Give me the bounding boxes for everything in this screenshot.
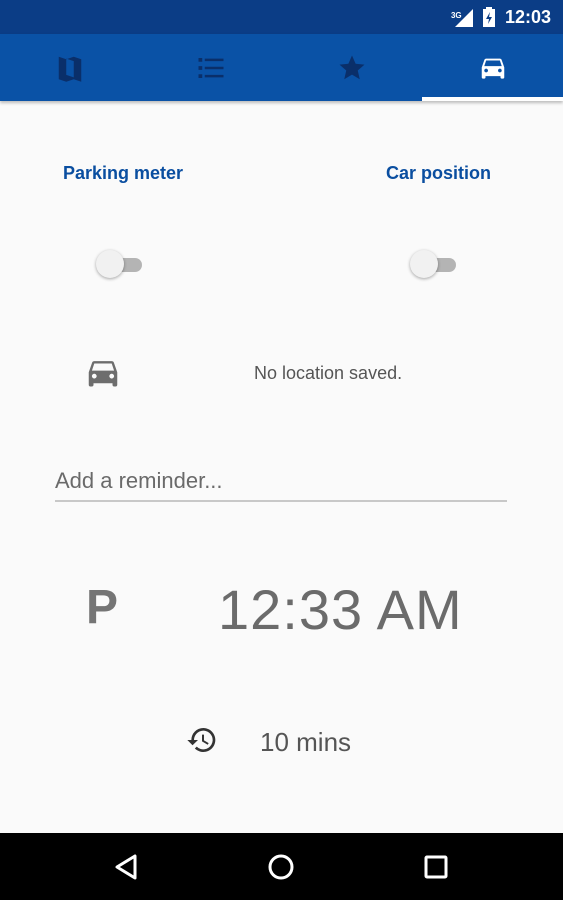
star-icon bbox=[339, 55, 365, 79]
car-position-label: Car position bbox=[386, 163, 492, 183]
duration-value[interactable]: 10 mins bbox=[260, 727, 351, 758]
tab-bar bbox=[0, 34, 563, 101]
car-icon bbox=[481, 58, 504, 79]
tab-map[interactable] bbox=[0, 34, 141, 101]
signal-icon: 3G bbox=[450, 7, 473, 27]
toggle-thumb bbox=[96, 250, 124, 278]
history-icon[interactable] bbox=[186, 724, 218, 756]
network-type: 3G bbox=[450, 11, 462, 20]
recents-icon[interactable] bbox=[420, 851, 452, 883]
map-icon bbox=[59, 56, 82, 82]
car-position-toggle[interactable] bbox=[410, 248, 460, 280]
battery-icon bbox=[482, 7, 495, 27]
tab-favorites[interactable] bbox=[282, 34, 423, 101]
system-nav-bar bbox=[0, 833, 563, 900]
tab-car[interactable] bbox=[422, 34, 563, 101]
status-bar: 3G 12:03 bbox=[0, 0, 563, 34]
reminder-input[interactable] bbox=[55, 462, 507, 502]
location-status-text: No location saved. bbox=[254, 363, 403, 383]
expiry-time[interactable]: 12:33 AM bbox=[218, 582, 463, 638]
home-icon[interactable] bbox=[265, 851, 297, 883]
toggle-thumb bbox=[410, 250, 438, 278]
list-icon bbox=[198, 57, 224, 78]
status-time: 12:03 bbox=[504, 6, 551, 27]
parking-meter-toggle[interactable] bbox=[96, 248, 146, 280]
parking-p-icon: P bbox=[86, 581, 119, 634]
status-icons: 3G 12:03 bbox=[450, 0, 551, 34]
parking-meter-label: Parking meter bbox=[63, 163, 184, 183]
car-icon bbox=[88, 361, 118, 387]
back-icon[interactable] bbox=[111, 851, 143, 883]
tab-list[interactable] bbox=[141, 34, 282, 101]
